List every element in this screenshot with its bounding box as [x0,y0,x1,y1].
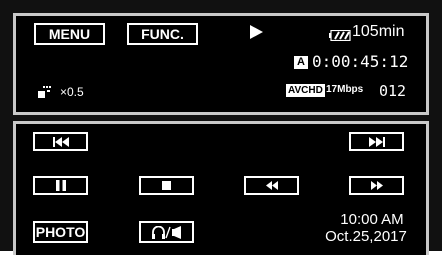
slow-motion-icon [38,85,52,104]
timecode: 0:00:45:12 [312,52,409,71]
headphones-speaker-icon [151,225,182,239]
avchd-badge: AVCHD [286,84,325,97]
recording-date: Oct.25,2017 [325,228,407,245]
scene-number: 012 [379,82,407,100]
rewind-button[interactable] [244,176,299,195]
battery-time: 105min [352,23,405,40]
pause-icon [55,180,66,191]
a-badge: A [294,56,308,69]
skip-back-button[interactable] [33,132,88,151]
photo-button[interactable]: PHOTO [33,221,88,243]
stop-button[interactable] [139,176,194,195]
playback-controls-panel: PHOTO 10:00 AM Oct.25,2017 [13,121,429,255]
playback-speed: ×0.5 [60,85,84,99]
pause-button[interactable] [33,176,88,195]
camcorder-playback-screen: MENU FUNC. 105min A 0:00:45:12 ×0.5 AVCH… [0,0,442,255]
fast-forward-icon [370,181,383,190]
skip-forward-button[interactable] [349,132,404,151]
menu-button[interactable]: MENU [34,23,105,45]
skip-to-end-icon [368,136,385,147]
play-icon [250,25,263,44]
status-panel: MENU FUNC. 105min A 0:00:45:12 ×0.5 AVCH… [13,13,429,115]
bitrate: 17Mbps [326,84,364,95]
stop-icon [162,181,171,190]
func-button[interactable]: FUNC. [127,23,198,45]
battery-icon [329,28,351,46]
volume-button[interactable] [139,221,194,243]
rewind-icon [265,181,278,190]
fast-forward-button[interactable] [349,176,404,195]
clock-time: 10:00 AM [340,211,404,228]
skip-to-start-icon [52,136,69,147]
